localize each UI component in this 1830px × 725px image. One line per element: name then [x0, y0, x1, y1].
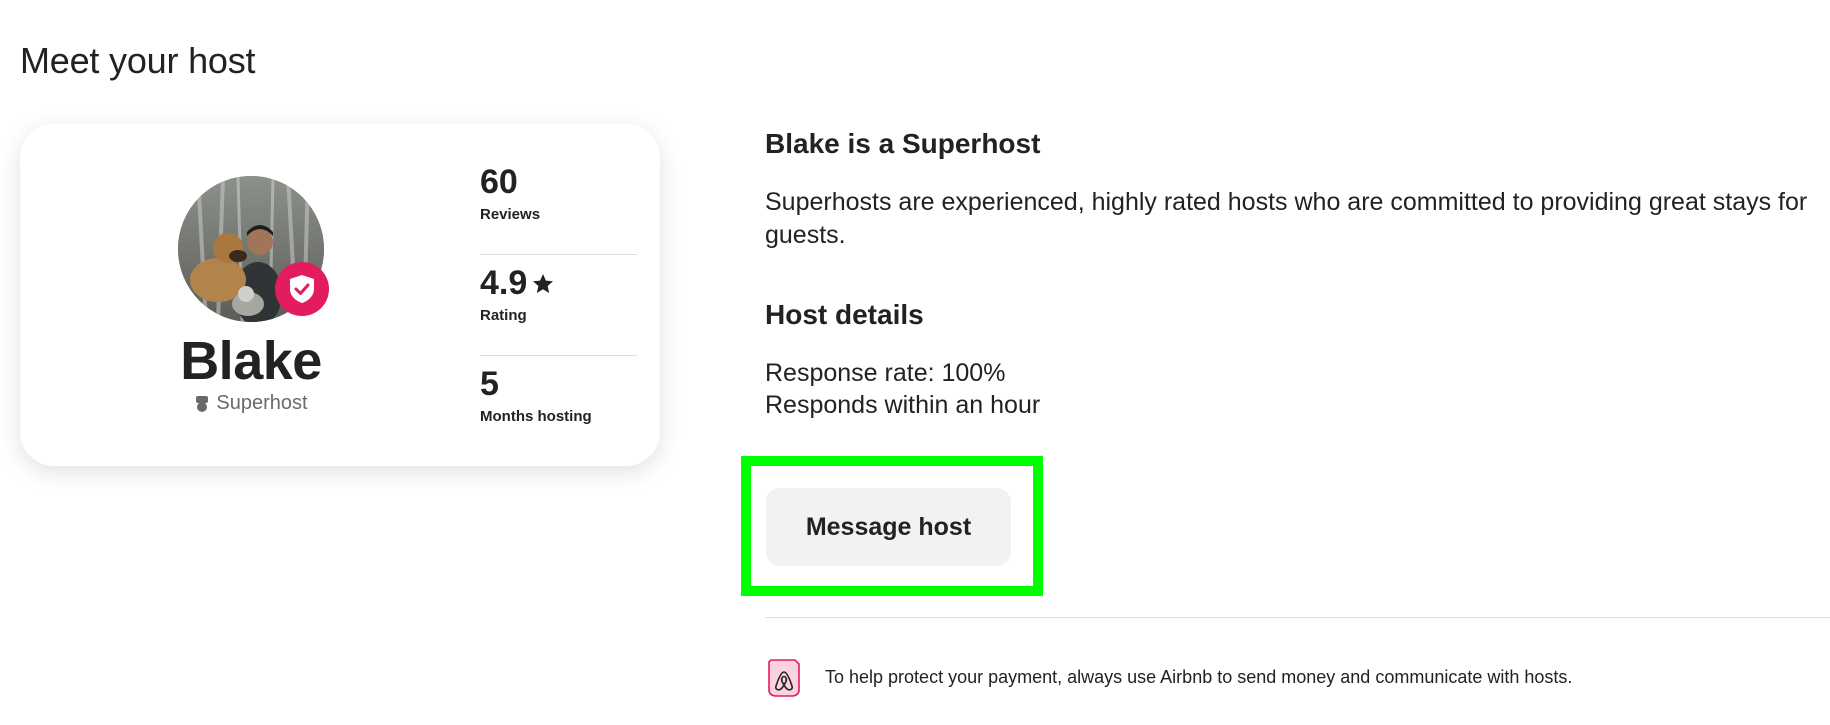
reviews-count: 60 — [480, 163, 518, 201]
stat-value: 4.9 — [480, 264, 637, 302]
payment-notice-text: To help protect your payment, always use… — [825, 666, 1573, 687]
stat-label: Reviews — [480, 206, 541, 224]
host-role: Superhost — [20, 392, 482, 415]
star-icon — [533, 273, 554, 293]
stat-value: 60 — [480, 163, 637, 201]
host-profile-card[interactable]: Blake Superhost 60 Reviews 4.9 Rating 5 … — [20, 124, 660, 466]
host-details-heading: Host details — [765, 299, 924, 330]
meet-your-host-page: Meet your host Blake Superhost 60 Review… — [0, 0, 1830, 725]
superhost-heading: Blake is a Superhost — [765, 128, 1041, 159]
stat-label: Months hosting — [480, 408, 592, 426]
months-hosting-count: 5 — [480, 365, 499, 403]
stat-reviews: 60 Reviews — [480, 154, 637, 255]
host-role-label: Superhost — [216, 392, 308, 414]
payment-notice: To help protect your payment, always use… — [765, 656, 1572, 698]
superhost-description: Superhosts are experienced, highly rated… — [765, 188, 1808, 249]
section-title: Meet your host — [20, 40, 256, 81]
superhost-medal-icon — [196, 395, 209, 412]
payment-shield-icon — [768, 659, 800, 697]
shield-check-icon — [290, 275, 314, 303]
verified-badge — [275, 262, 329, 316]
host-info-column: Blake is a Superhost Superhosts are expe… — [765, 126, 1815, 421]
host-name: Blake — [180, 331, 322, 391]
divider — [765, 617, 1830, 618]
stat-label: Rating — [480, 307, 527, 325]
message-host-button[interactable]: Message host — [766, 488, 1011, 566]
host-details: Response rate: 100% Responds within an h… — [765, 357, 1815, 421]
stat-rating: 4.9 Rating — [480, 255, 637, 356]
stat-value: 5 — [480, 365, 637, 403]
response-rate: Response rate: 100% — [765, 359, 1006, 387]
response-time: Responds within an hour — [765, 391, 1041, 419]
host-stats: 60 Reviews 4.9 Rating 5 Months hosting — [480, 154, 637, 457]
stat-months-hosting: 5 Months hosting — [480, 356, 637, 457]
rating-value: 4.9 — [480, 264, 528, 302]
